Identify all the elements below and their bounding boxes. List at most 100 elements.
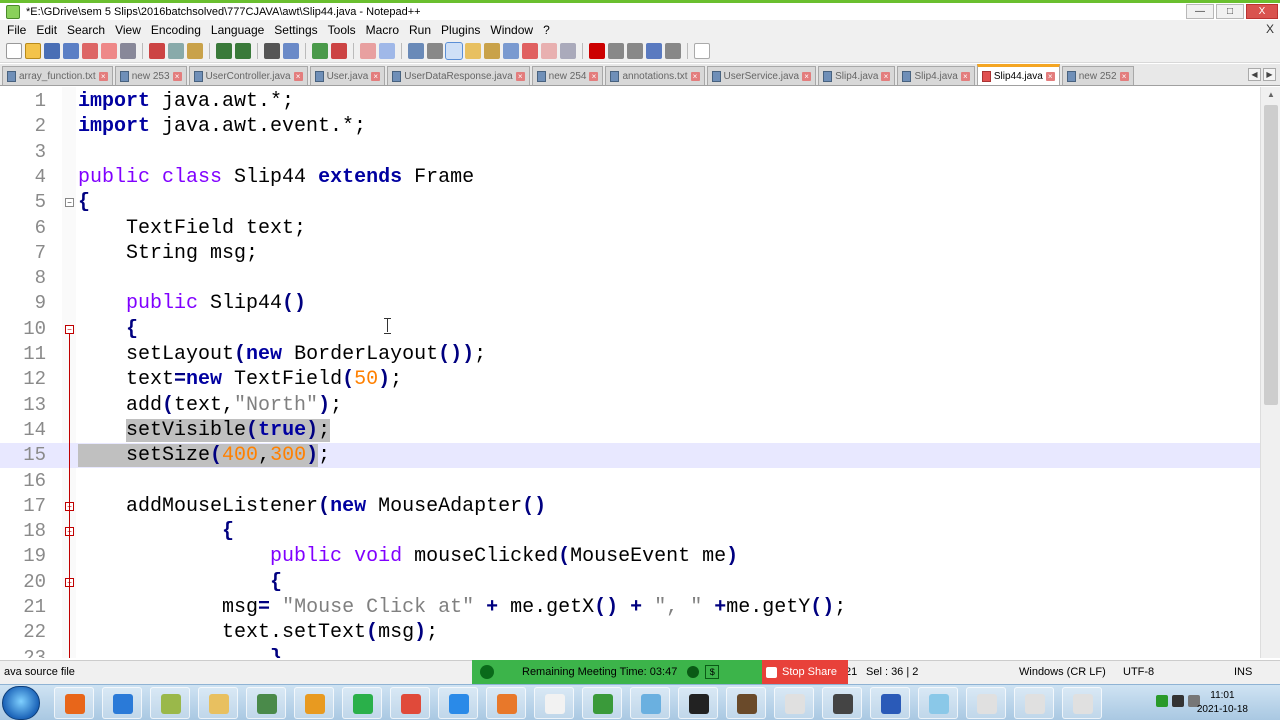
tab-close-icon[interactable]: × xyxy=(293,71,303,81)
code-line[interactable]: 11 setLayout(new BorderLayout()); xyxy=(0,342,1260,367)
taskbar-tools-button[interactable] xyxy=(246,687,286,719)
tab-user-data-response[interactable]: UserDataResponse.java × xyxy=(387,66,530,85)
code-line[interactable]: 18 { xyxy=(0,519,1260,544)
status-eol[interactable]: Windows (CR LF) xyxy=(1019,666,1106,678)
taskbar-package-button[interactable] xyxy=(726,687,766,719)
open-file-icon[interactable] xyxy=(25,42,41,59)
tab-close-icon[interactable]: × xyxy=(881,71,891,81)
maximize-button[interactable]: □ xyxy=(1216,4,1244,19)
tray-flag-icon[interactable] xyxy=(1172,695,1184,707)
system-clock[interactable]: 11:01 2021-10-18 xyxy=(1197,689,1248,717)
taskbar-chart-button[interactable] xyxy=(582,687,622,719)
tab-scroll-left-icon[interactable]: ◀ xyxy=(1248,68,1261,81)
menu-tools[interactable]: Tools xyxy=(323,23,361,37)
doc-map-icon[interactable] xyxy=(484,42,500,59)
menu-edit[interactable]: Edit xyxy=(31,23,62,37)
close-document-button[interactable]: X xyxy=(1266,22,1274,36)
close-all-icon[interactable] xyxy=(101,42,117,59)
tab-close-icon[interactable]: × xyxy=(1045,71,1055,81)
taskbar-zoom-button[interactable] xyxy=(438,687,478,719)
code-line[interactable]: 6 TextField text; xyxy=(0,216,1260,241)
taskbar-xampp-button[interactable] xyxy=(534,687,574,719)
sync-horizontal-icon[interactable] xyxy=(379,42,395,59)
vertical-scrollbar[interactable]: ▲ xyxy=(1260,87,1280,658)
menu-file[interactable]: File xyxy=(2,23,31,37)
menu-view[interactable]: View xyxy=(110,23,146,37)
menu-window[interactable]: Window xyxy=(485,23,538,37)
tab-slip44[interactable]: Slip44.java × xyxy=(976,64,1060,85)
menu-macro[interactable]: Macro xyxy=(361,23,404,37)
zoom-out-icon[interactable] xyxy=(331,42,347,59)
tab-close-icon[interactable]: × xyxy=(690,71,700,81)
taskbar-java-3-button[interactable] xyxy=(1014,687,1054,719)
code-line[interactable]: 12 text=new TextField(50); xyxy=(0,367,1260,392)
tray-network-icon[interactable] xyxy=(1156,695,1168,707)
taskbar-cmd-button[interactable] xyxy=(678,687,718,719)
taskbar-word-button[interactable] xyxy=(870,687,910,719)
status-encoding[interactable]: UTF-8 xyxy=(1123,666,1154,678)
tab-new-254[interactable]: new 254 × xyxy=(531,66,604,85)
replace-icon[interactable] xyxy=(283,42,299,59)
print-icon[interactable] xyxy=(120,42,136,59)
taskbar-firefox-button[interactable] xyxy=(54,687,94,719)
tab-new-253[interactable]: new 253 × xyxy=(114,66,187,85)
taskbar-anydesk-button[interactable] xyxy=(390,687,430,719)
folder-workspace-icon[interactable] xyxy=(522,42,538,59)
menu-language[interactable]: Language xyxy=(206,23,269,37)
status-ins-mode[interactable]: INS xyxy=(1234,666,1252,678)
tab-close-icon[interactable]: × xyxy=(98,71,108,81)
code-line[interactable]: 8 xyxy=(0,266,1260,291)
code-line[interactable]: 9 public Slip44() xyxy=(0,291,1260,316)
save-macro-icon[interactable] xyxy=(665,42,681,59)
code-line[interactable]: 10 { xyxy=(0,317,1260,342)
menu-settings[interactable]: Settings xyxy=(269,23,322,37)
code-line[interactable]: 1 import java.awt.*; xyxy=(0,89,1260,114)
code-line[interactable]: 21 msg= "Mouse Click at" + me.getX() + "… xyxy=(0,595,1260,620)
word-wrap-icon[interactable] xyxy=(408,42,424,59)
code-line[interactable]: 14 setVisible(true); xyxy=(0,418,1260,443)
paste-icon[interactable] xyxy=(187,42,203,59)
cut-icon[interactable] xyxy=(149,42,165,59)
scroll-up-icon[interactable]: ▲ xyxy=(1261,87,1280,103)
code-line[interactable]: 22 text.setText(msg); xyxy=(0,620,1260,645)
show-all-chars-icon[interactable] xyxy=(427,42,443,59)
find-icon[interactable] xyxy=(264,42,280,59)
code-editor[interactable]: 1 import java.awt.*; 2 import java.awt.even… xyxy=(0,87,1260,658)
taskbar-java-4-button[interactable] xyxy=(1062,687,1102,719)
code-line[interactable]: 13 add(text,"North"); xyxy=(0,393,1260,418)
security-shield-icon[interactable] xyxy=(687,666,700,678)
taskbar-media-player-button[interactable] xyxy=(294,687,334,719)
indent-guide-icon[interactable] xyxy=(445,41,463,60)
code-line[interactable]: 23 } xyxy=(0,646,1260,658)
code-line[interactable]: 19 public void mouseClicked(MouseEvent m… xyxy=(0,544,1260,569)
view-icon[interactable] xyxy=(560,42,576,59)
code-line[interactable]: 2 import java.awt.event.*; xyxy=(0,114,1260,139)
taskbar-chrome-button[interactable] xyxy=(342,687,382,719)
scroll-thumb[interactable] xyxy=(1264,105,1278,405)
taskbar-ie-button[interactable] xyxy=(102,687,142,719)
close-file-icon[interactable] xyxy=(82,42,98,59)
minimize-button[interactable]: — xyxy=(1186,4,1214,19)
code-line[interactable]: 3 xyxy=(0,140,1260,165)
monitoring-icon[interactable] xyxy=(541,42,557,59)
tab-close-icon[interactable]: × xyxy=(589,71,599,81)
code-line[interactable]: 5{ xyxy=(0,190,1260,215)
taskbar-java-2-button[interactable] xyxy=(966,687,1006,719)
taskbar-paint-button[interactable] xyxy=(630,687,670,719)
menu-help[interactable]: ? xyxy=(538,23,555,37)
tab-close-icon[interactable]: × xyxy=(960,71,970,81)
function-list-icon[interactable] xyxy=(503,42,519,59)
tab-user[interactable]: User.java × xyxy=(309,66,386,85)
tab-scroll-right-icon[interactable]: ▶ xyxy=(1263,68,1276,81)
tab-annotations[interactable]: annotations.txt × xyxy=(605,66,705,85)
sync-vertical-icon[interactable] xyxy=(360,42,376,59)
fold-toggle-icon[interactable]: − xyxy=(65,198,74,208)
tab-close-icon[interactable]: × xyxy=(172,71,182,81)
fold-toggle-icon[interactable]: − xyxy=(65,324,74,334)
taskbar-java-button[interactable] xyxy=(774,687,814,719)
code-line[interactable]: 20 { xyxy=(0,570,1260,595)
tab-user-controller[interactable]: UserController.java × xyxy=(188,66,308,85)
stop-macro-icon[interactable] xyxy=(608,42,624,59)
tab-array-function[interactable]: array_function.txt × xyxy=(2,66,113,85)
close-button[interactable]: X xyxy=(1246,4,1278,19)
